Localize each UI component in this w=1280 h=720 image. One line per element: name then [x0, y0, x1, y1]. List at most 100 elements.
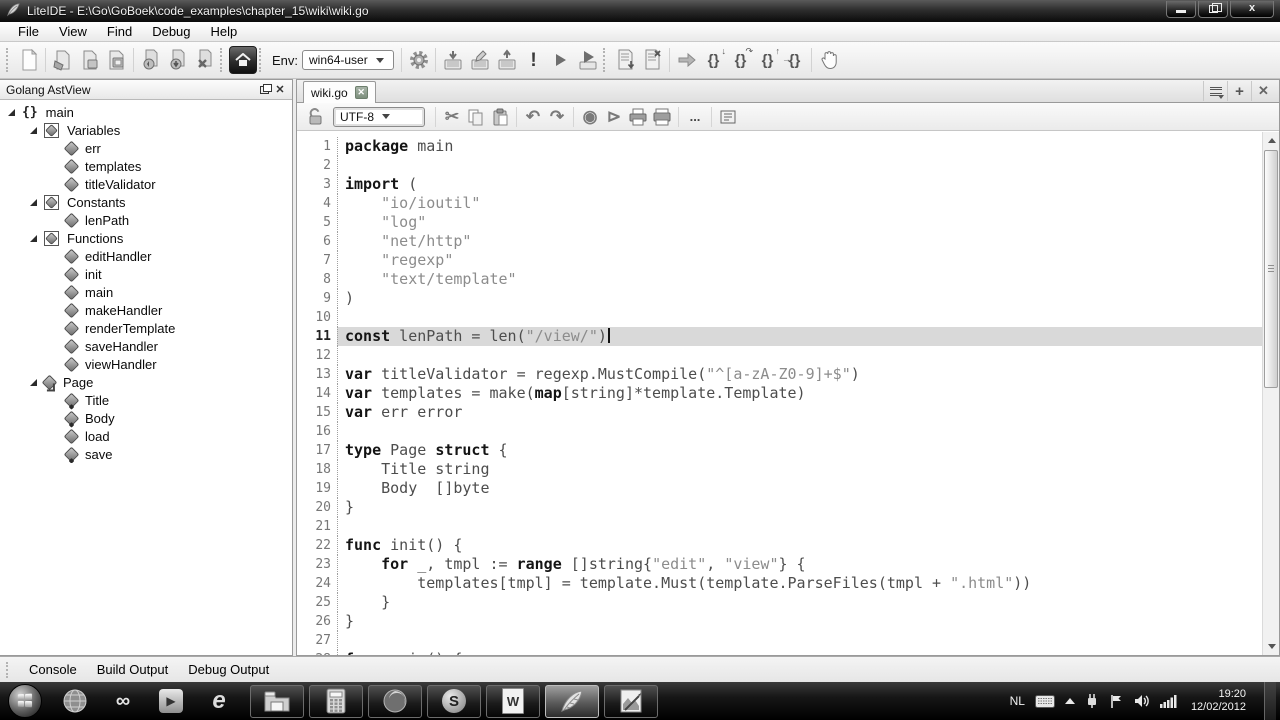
- step-into-button[interactable]: {}↓: [700, 47, 727, 74]
- tree-item-main[interactable]: main: [0, 283, 292, 301]
- menu-debug[interactable]: Debug: [142, 23, 200, 40]
- tree-item-Variables[interactable]: Variables: [0, 121, 292, 139]
- run-to-line-button[interactable]: →{}: [781, 47, 808, 74]
- more-button[interactable]: ...: [683, 105, 707, 129]
- outline-button[interactable]: [716, 105, 740, 129]
- close-tab-button[interactable]: ✕: [1251, 81, 1275, 101]
- keyboard-icon[interactable]: [1035, 695, 1055, 708]
- taskbar-image-editor-button[interactable]: [604, 685, 658, 718]
- undo-button[interactable]: ↶: [521, 105, 545, 129]
- minimize-button[interactable]: [1166, 1, 1196, 18]
- taskbar-liteide-button[interactable]: [545, 685, 599, 718]
- open-file-button[interactable]: [49, 47, 76, 74]
- menu-find[interactable]: Find: [97, 23, 142, 40]
- lock-button[interactable]: [303, 105, 327, 129]
- step-over-button[interactable]: {}↷: [727, 47, 754, 74]
- paste-button[interactable]: [488, 105, 512, 129]
- tree-item-saveHandler[interactable]: saveHandler: [0, 337, 292, 355]
- scroll-down-button[interactable]: [1263, 638, 1280, 655]
- save-all-button[interactable]: [191, 47, 218, 74]
- taskbar-word-button[interactable]: W: [486, 685, 540, 718]
- tab-close-button[interactable]: ✕: [355, 86, 368, 99]
- tree-expander-icon[interactable]: [8, 109, 15, 116]
- close-button[interactable]: x: [1230, 1, 1274, 18]
- language-indicator[interactable]: NL: [1010, 694, 1025, 708]
- tree-expander-icon[interactable]: [30, 199, 37, 206]
- env-select[interactable]: win64-user: [302, 50, 394, 70]
- run-button[interactable]: [547, 47, 574, 74]
- menu-file[interactable]: File: [8, 23, 49, 40]
- open-project-button[interactable]: [103, 47, 130, 74]
- tree-item-Title[interactable]: Title: [0, 391, 292, 409]
- tree-item-lenPath[interactable]: lenPath: [0, 211, 292, 229]
- tree-item-editHandler[interactable]: editHandler: [0, 247, 292, 265]
- tree-item-save[interactable]: save: [0, 445, 292, 463]
- print-preview-button[interactable]: [650, 105, 674, 129]
- output-tab-debug-output[interactable]: Debug Output: [178, 660, 279, 679]
- float-panel-button[interactable]: [256, 82, 272, 98]
- tree-expander-icon[interactable]: [30, 127, 37, 134]
- taskbar-file-explorer-button[interactable]: [250, 685, 304, 718]
- tab-wiki-go[interactable]: wiki.go ✕: [303, 81, 376, 103]
- volume-icon[interactable]: [1134, 694, 1150, 708]
- vertical-scrollbar[interactable]: [1262, 132, 1279, 655]
- taskbar-media-player-button[interactable]: ▶: [154, 684, 188, 718]
- taskbar-infinity-app-button[interactable]: ∞: [106, 684, 140, 718]
- redo-button[interactable]: ↷: [545, 105, 569, 129]
- menu-help[interactable]: Help: [201, 23, 248, 40]
- tree-item-renderTemplate[interactable]: renderTemplate: [0, 319, 292, 337]
- revert-file-button[interactable]: [137, 47, 164, 74]
- tree-expander-icon[interactable]: [30, 235, 37, 242]
- taskbar-calculator-button[interactable]: [309, 685, 363, 718]
- tree-item-Page[interactable]: Page: [0, 373, 292, 391]
- tree-item-viewHandler[interactable]: viewHandler: [0, 355, 292, 373]
- tree-item-titleValidator[interactable]: titleValidator: [0, 175, 292, 193]
- tree-expander-icon[interactable]: [30, 379, 37, 386]
- build-install-button[interactable]: [493, 47, 520, 74]
- output-tab-console[interactable]: Console: [19, 660, 87, 679]
- record-macro-button[interactable]: ◉: [578, 105, 602, 129]
- run-file-button[interactable]: [574, 47, 601, 74]
- continue-debug-button[interactable]: [673, 47, 700, 74]
- code-area[interactable]: 1package main23import (4 "io/ioutil"5 "l…: [297, 132, 1279, 655]
- power-icon[interactable]: [1085, 693, 1099, 709]
- tree-item-init[interactable]: init: [0, 265, 292, 283]
- home-button[interactable]: [229, 46, 257, 74]
- output-tab-build-output[interactable]: Build Output: [87, 660, 179, 679]
- insert-line-button[interactable]: [612, 47, 639, 74]
- taskbar-skype-button[interactable]: S: [427, 685, 481, 718]
- stop-button[interactable]: [815, 47, 842, 74]
- taskbar-firefox-button[interactable]: [368, 685, 422, 718]
- tree-item-load[interactable]: load: [0, 427, 292, 445]
- delete-line-button[interactable]: [639, 47, 666, 74]
- scrollbar-thumb[interactable]: [1264, 150, 1278, 388]
- export-button[interactable]: ⊳: [602, 105, 626, 129]
- encoding-select[interactable]: UTF-8: [333, 107, 425, 127]
- tree-item-Functions[interactable]: Functions: [0, 229, 292, 247]
- tab-list-button[interactable]: [1203, 81, 1227, 101]
- network-signal-icon[interactable]: [1160, 695, 1177, 708]
- tree-item-templates[interactable]: templates: [0, 157, 292, 175]
- build-edit-button[interactable]: [466, 47, 493, 74]
- clock[interactable]: 19:20 12/02/2012: [1191, 688, 1246, 714]
- tree-item-Body[interactable]: Body: [0, 409, 292, 427]
- tree-item-Constants[interactable]: Constants: [0, 193, 292, 211]
- tree-item-makeHandler[interactable]: makeHandler: [0, 301, 292, 319]
- cut-button[interactable]: ✂: [440, 105, 464, 129]
- start-button[interactable]: [8, 684, 42, 718]
- tree-item-main[interactable]: {}main: [0, 103, 292, 121]
- new-tab-button[interactable]: +: [1227, 81, 1251, 101]
- taskbar-network-globe-button[interactable]: [58, 684, 92, 718]
- print-button[interactable]: [626, 105, 650, 129]
- save-file-button[interactable]: [164, 47, 191, 74]
- menu-view[interactable]: View: [49, 23, 97, 40]
- show-desktop-button[interactable]: [1264, 682, 1276, 720]
- open-folder-button[interactable]: [76, 47, 103, 74]
- build-button[interactable]: [439, 47, 466, 74]
- options-button[interactable]: [405, 47, 432, 74]
- scroll-up-button[interactable]: [1263, 132, 1280, 149]
- new-file-button[interactable]: [15, 47, 42, 74]
- step-out-button[interactable]: {}↑: [754, 47, 781, 74]
- close-panel-button[interactable]: ✕: [272, 82, 288, 98]
- action-center-flag-icon[interactable]: [1109, 694, 1124, 709]
